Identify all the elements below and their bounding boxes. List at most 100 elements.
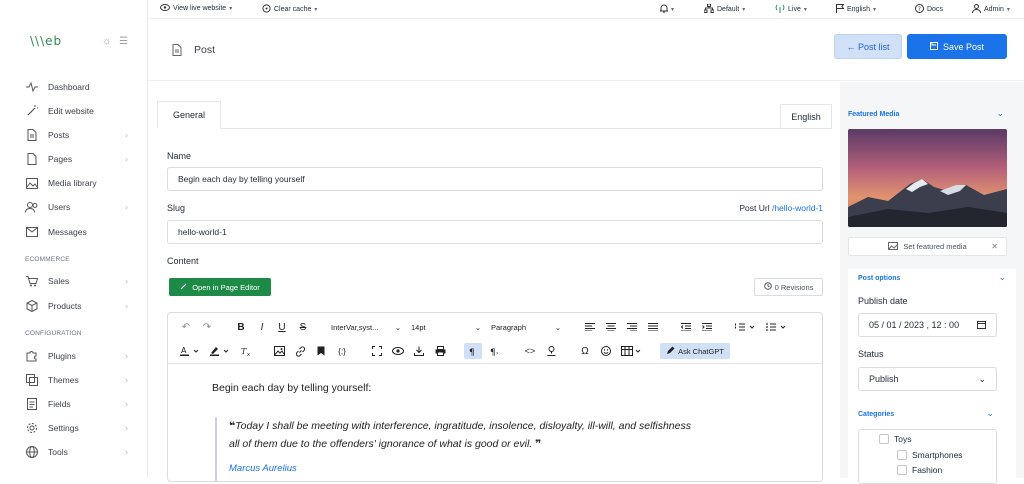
post-list-button[interactable]: ← Post list (834, 34, 902, 59)
publish-date-input[interactable]: 05 / 01 / 2023 , 12 : 00 (858, 313, 997, 337)
post-url-link[interactable]: /hello-world-1 (772, 203, 823, 213)
font-size-select[interactable]: 14pt ⌄ (408, 319, 484, 335)
sidebar-item-pages[interactable]: Pages › (0, 148, 148, 170)
quote-line-2: all of them due to the offenders' ignora… (229, 438, 533, 450)
category-checkbox[interactable] (897, 450, 907, 460)
notifications-button[interactable]: ▾ (660, 4, 674, 15)
slug-input[interactable]: hello-world-1 (167, 220, 823, 244)
close-icon[interactable]: ✕ (991, 242, 998, 251)
emoji-icon[interactable] (598, 343, 614, 359)
sidebar-item-settings[interactable]: Settings › (0, 417, 148, 439)
ask-chatgpt-button[interactable]: Ask ChatGPT (660, 343, 730, 359)
clear-cache-button[interactable]: Clear cache ▾ (262, 4, 317, 15)
font-family-select[interactable]: InterVar,syst... ⌄ (328, 319, 404, 335)
show-blocks-icon[interactable]: ¶ (464, 343, 482, 359)
block-format-select[interactable]: Paragraph ⌄ (488, 319, 564, 335)
fullscreen-icon[interactable] (369, 343, 385, 359)
category-item[interactable]: Smartphones (897, 450, 963, 460)
post-options-title[interactable]: Post options (858, 275, 900, 282)
special-character-icon[interactable]: Ω (577, 343, 593, 359)
undo-icon[interactable]: ↶ (178, 319, 194, 335)
underline-icon[interactable]: U (274, 319, 290, 335)
name-input[interactable]: Begin each day by telling yourself (167, 167, 823, 191)
numbered-list-icon[interactable] (733, 319, 759, 335)
text-direction-icon[interactable]: ¶ › (487, 343, 503, 359)
redo-icon[interactable]: ↷ (199, 319, 215, 335)
sidebar-item-tools[interactable]: Tools › (0, 441, 148, 463)
sidebar-item-users[interactable]: Users › (0, 196, 148, 218)
view-live-website-link[interactable]: View live website ▾ (160, 4, 232, 13)
clear-format-icon[interactable]: Tx (238, 343, 254, 359)
set-featured-media-label: Set featured media (903, 242, 967, 251)
chevron-down-icon[interactable]: ⌄ (998, 272, 1006, 283)
logo[interactable]: \\\eb (30, 34, 74, 52)
anchor-icon[interactable] (543, 343, 559, 359)
sidebar-item-themes[interactable]: Themes › (0, 369, 148, 391)
category-checkbox[interactable] (879, 434, 889, 444)
sidebar-item-messages[interactable]: Messages (0, 221, 148, 243)
category-checkbox[interactable] (897, 465, 907, 475)
template-variable-icon[interactable]: {;} (334, 343, 350, 359)
svg-text:›: › (496, 350, 498, 356)
source-code-icon[interactable]: <> (522, 343, 538, 359)
sidebar-item-dashboard[interactable]: Dashboard (0, 76, 148, 98)
rich-text-editor: ↶ ↷ B I U S InterVar,syst... ⌄ 14pt ⌄ Para… (167, 312, 823, 482)
featured-media-image[interactable] (848, 129, 1007, 227)
align-right-icon[interactable] (624, 319, 640, 335)
bullet-list-icon[interactable] (764, 319, 790, 335)
sidebar-item-media-library[interactable]: Media library (0, 172, 148, 194)
preview-eye-icon[interactable] (390, 343, 406, 359)
indent-icon[interactable] (699, 319, 715, 335)
revisions-button[interactable]: 0 Revisions (754, 278, 823, 296)
categories-title[interactable]: Categories (858, 411, 894, 418)
tab-general[interactable]: General (157, 101, 221, 129)
docs-link[interactable]: ? Docs (915, 4, 943, 15)
sidebar-item-sales[interactable]: Sales › (0, 270, 148, 292)
table-icon[interactable] (619, 343, 645, 359)
bookmark-icon[interactable] (313, 343, 329, 359)
theme-toggle-icon[interactable]: ☼ (102, 36, 111, 47)
sidebar-item-edit-website[interactable]: Edit website (0, 100, 148, 122)
save-post-button[interactable]: Save Post (907, 34, 1007, 59)
menu-toggle-icon[interactable]: ☰ (119, 36, 128, 47)
chevron-down-icon[interactable]: ⌄ (996, 108, 1004, 119)
chevron-down-icon: ▾ (803, 7, 807, 13)
site-selector[interactable]: Default ▾ (703, 3, 745, 15)
sidebar-item-plugins[interactable]: Plugins › (0, 345, 148, 367)
outdent-icon[interactable] (678, 319, 694, 335)
activity-icon (25, 81, 38, 94)
category-item[interactable]: Fashion (897, 465, 942, 475)
set-featured-media-button[interactable]: Set featured media ✕ (848, 237, 1007, 256)
editor-content[interactable]: Begin each day by telling yourself: ❝Tod… (168, 363, 822, 481)
featured-media-title[interactable]: Featured Media (848, 111, 899, 118)
link-icon[interactable] (292, 343, 308, 359)
text-color-icon[interactable]: A (178, 343, 204, 359)
align-center-icon[interactable] (603, 319, 619, 335)
sidebar-item-products[interactable]: Products › (0, 295, 148, 317)
user-menu[interactable]: Admin ▾ (972, 4, 1010, 15)
tab-language-english[interactable]: English (780, 104, 832, 129)
image-icon[interactable] (271, 343, 287, 359)
bell-icon (660, 4, 668, 15)
bold-icon[interactable]: B (233, 319, 249, 335)
italic-icon[interactable]: I (254, 319, 270, 335)
sidebar-item-label: Sales (48, 276, 70, 286)
align-left-icon[interactable] (582, 319, 598, 335)
history-icon (763, 282, 772, 292)
chevron-down-icon[interactable]: ⌄ (986, 408, 994, 419)
chevron-right-icon: › (125, 301, 128, 311)
sidebar-item-posts[interactable]: Posts › (0, 124, 148, 146)
download-icon[interactable] (411, 343, 427, 359)
sidebar-tools: ☼ ☰ (102, 36, 128, 47)
strikethrough-icon[interactable]: S (295, 319, 311, 335)
calendar-icon[interactable] (977, 320, 986, 331)
sidebar-item-fields[interactable]: Fields › (0, 393, 148, 415)
category-item[interactable]: Toys (879, 434, 911, 444)
highlight-color-icon[interactable] (208, 343, 234, 359)
mode-selector[interactable]: Live ▾ (775, 4, 807, 15)
print-icon[interactable] (432, 343, 448, 359)
open-page-editor-button[interactable]: Open in Page Editor (169, 278, 271, 296)
language-selector[interactable]: English ▾ (836, 4, 876, 15)
status-select[interactable]: Publish ⌄ (858, 367, 997, 391)
align-justify-icon[interactable] (645, 319, 661, 335)
